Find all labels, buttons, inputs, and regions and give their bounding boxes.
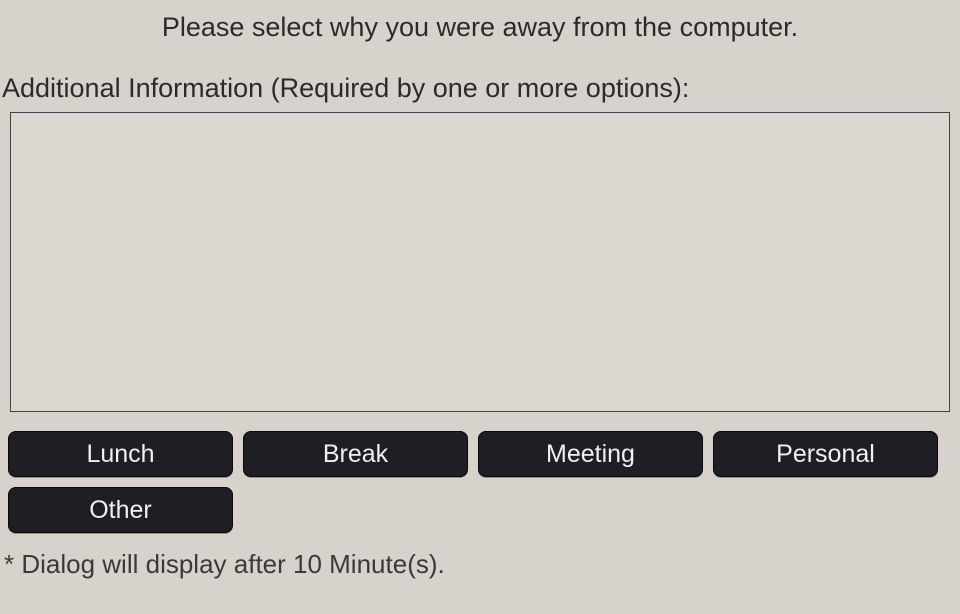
reason-other-button[interactable]: Other	[8, 487, 233, 533]
reason-personal-button[interactable]: Personal	[713, 431, 938, 477]
reason-button-row: Lunch Break Meeting Personal Other	[0, 425, 960, 541]
reason-lunch-button[interactable]: Lunch	[8, 431, 233, 477]
additional-info-label: Additional Information (Required by one …	[0, 73, 960, 112]
additional-info-input[interactable]	[10, 112, 950, 412]
dialog-title: Please select why you were away from the…	[0, 8, 960, 73]
reason-meeting-button[interactable]: Meeting	[478, 431, 703, 477]
reason-break-button[interactable]: Break	[243, 431, 468, 477]
dialog-footnote: * Dialog will display after 10 Minute(s)…	[0, 541, 960, 580]
